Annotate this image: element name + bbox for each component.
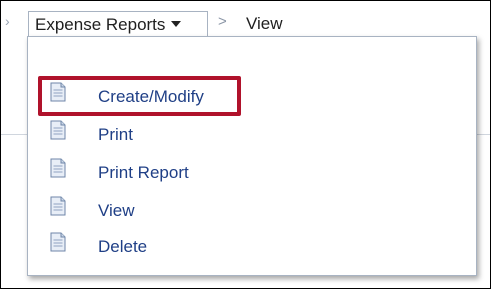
document-icon [50, 120, 66, 140]
document-icon [50, 196, 66, 216]
menu-item-delete[interactable]: Delete [46, 232, 466, 262]
create-modify-highlight-box [38, 76, 241, 116]
expense-reports-label: Expense Reports [35, 15, 166, 34]
menu-item-label: View [98, 201, 135, 220]
menu-item-print[interactable]: Print [46, 120, 466, 150]
breadcrumb-left-chevron-icon: › [5, 13, 10, 29]
expense-reports-dropdown-menu: Create/Modify Print Print Report View De… [27, 36, 477, 276]
chevron-down-icon [171, 20, 182, 27]
screenshot-frame: › Expense Reports > View Create/Modify P… [0, 0, 491, 289]
expense-reports-menu-button[interactable]: Expense Reports [28, 11, 208, 38]
menu-item-label: Print Report [98, 163, 189, 182]
menu-item-label: Print [98, 125, 133, 144]
menu-item-view[interactable]: View [46, 196, 466, 226]
document-icon [50, 232, 66, 252]
document-icon [50, 158, 66, 178]
breadcrumb-current-view[interactable]: View [246, 14, 283, 34]
breadcrumb-separator: > [218, 13, 227, 30]
menu-item-label: Delete [98, 237, 148, 256]
menu-item-print-report[interactable]: Print Report [46, 158, 466, 188]
